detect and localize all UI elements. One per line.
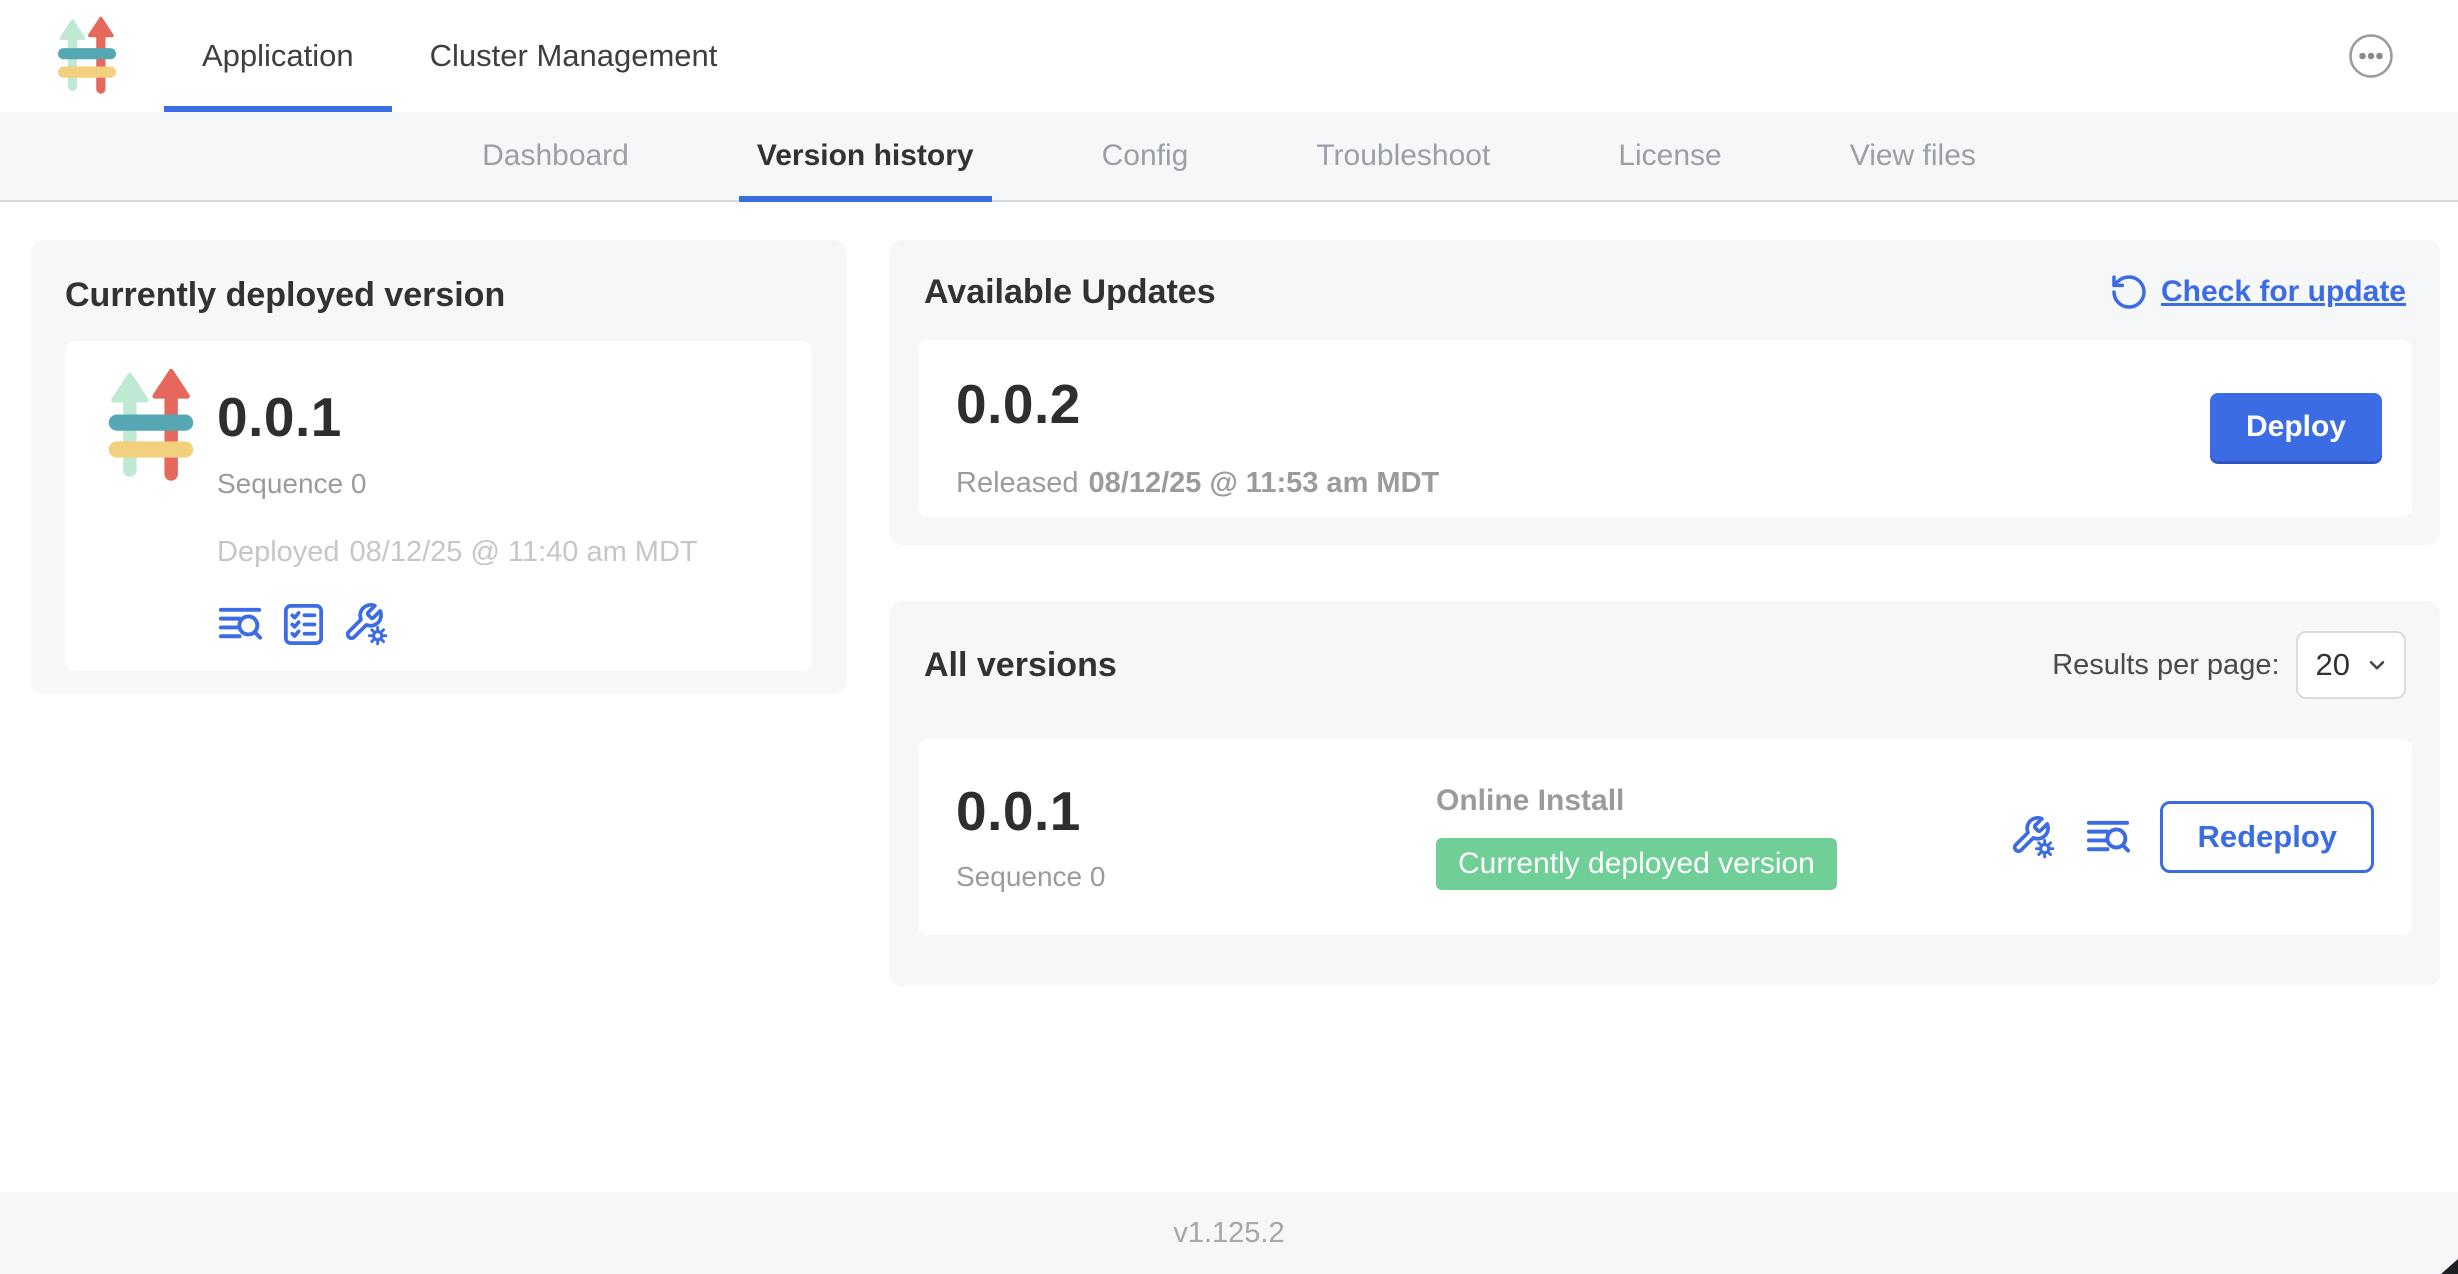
update-released-timestamp: Released 08/12/25 @ 11:53 am MDT bbox=[956, 467, 2374, 500]
tab-config[interactable]: Config bbox=[1084, 112, 1207, 200]
tab-view-files[interactable]: View files bbox=[1832, 112, 1994, 200]
update-version-number: 0.0.2 bbox=[956, 374, 2374, 435]
available-updates-title: Available Updates bbox=[924, 273, 1216, 312]
tab-application-label: Application bbox=[202, 38, 354, 74]
results-per-page-select[interactable]: 20 bbox=[2296, 631, 2406, 699]
deployed-version-card: 0.0.1 Sequence 0 Deployed 08/12/25 @ 11:4… bbox=[65, 341, 812, 671]
release-diff-icon[interactable] bbox=[217, 601, 264, 648]
all-versions-panel: All versions Results per page: 20 0.0 bbox=[890, 601, 2440, 986]
tab-license[interactable]: License bbox=[1600, 112, 1739, 200]
tab-dashboard-label: Dashboard bbox=[482, 139, 629, 173]
available-update-card: 0.0.2 Released 08/12/25 @ 11:53 am MDT De… bbox=[918, 340, 2412, 517]
row-sequence: Sequence 0 bbox=[956, 861, 1436, 893]
chevron-down-icon bbox=[2364, 652, 2390, 678]
tab-dashboard[interactable]: Dashboard bbox=[464, 112, 647, 200]
check-for-update-label: Check for update bbox=[2161, 275, 2406, 309]
config-icon[interactable] bbox=[343, 601, 390, 648]
tab-config-label: Config bbox=[1102, 139, 1189, 173]
tab-application[interactable]: Application bbox=[164, 0, 392, 112]
top-navigation-bar: Application Cluster Management bbox=[0, 0, 2458, 112]
deployed-sequence: Sequence 0 bbox=[217, 468, 708, 500]
results-per-page: Results per page: 20 bbox=[2052, 631, 2406, 699]
deploy-button[interactable]: Deploy bbox=[2210, 393, 2382, 461]
currently-deployed-panel: Currently deployed version 0.0.1 Sequenc… bbox=[31, 240, 846, 694]
released-label: Released bbox=[956, 467, 1079, 499]
overflow-menu-button[interactable] bbox=[2348, 33, 2394, 79]
tab-version-history[interactable]: Version history bbox=[739, 112, 992, 200]
deployed-version-number: 0.0.1 bbox=[217, 387, 708, 448]
available-updates-panel: Available Updates Check for update 0.0.2… bbox=[890, 240, 2440, 545]
redeploy-button[interactable]: Redeploy bbox=[2160, 801, 2374, 873]
refresh-icon bbox=[2109, 272, 2149, 312]
results-per-page-value: 20 bbox=[2316, 647, 2350, 683]
all-versions-title: All versions bbox=[924, 646, 1117, 685]
header-tabs: Application Cluster Management bbox=[164, 0, 755, 112]
row-actions: Redeploy bbox=[2010, 801, 2374, 873]
deployed-label: Deployed bbox=[217, 536, 340, 568]
app-subnav: Dashboard Version history Config Trouble… bbox=[0, 112, 2458, 202]
app-logo bbox=[103, 369, 199, 483]
deployed-datetime: 08/12/25 @ 11:40 am MDT bbox=[350, 536, 698, 568]
row-version-number: 0.0.1 bbox=[956, 781, 1436, 842]
preflight-checks-icon[interactable] bbox=[280, 601, 327, 648]
right-column: Available Updates Check for update 0.0.2… bbox=[890, 240, 2440, 986]
footer: v1.125.2 bbox=[0, 1192, 2458, 1274]
tab-cluster-management[interactable]: Cluster Management bbox=[392, 0, 756, 112]
config-icon[interactable] bbox=[2010, 814, 2057, 861]
release-diff-icon[interactable] bbox=[2085, 814, 2132, 861]
tab-version-history-label: Version history bbox=[757, 139, 974, 173]
released-datetime: 08/12/25 @ 11:53 am MDT bbox=[1089, 467, 1440, 499]
check-for-update-link[interactable]: Check for update bbox=[2109, 272, 2406, 312]
console-version: v1.125.2 bbox=[1173, 1217, 1284, 1250]
tab-license-label: License bbox=[1618, 139, 1721, 173]
tab-troubleshoot[interactable]: Troubleshoot bbox=[1298, 112, 1508, 200]
deployed-actions bbox=[217, 601, 708, 648]
tab-troubleshoot-label: Troubleshoot bbox=[1316, 139, 1490, 173]
tab-cluster-management-label: Cluster Management bbox=[430, 38, 718, 74]
tab-view-files-label: View files bbox=[1850, 139, 1976, 173]
deployed-timestamp: Deployed 08/12/25 @ 11:40 am MDT bbox=[217, 536, 708, 569]
results-per-page-label: Results per page: bbox=[2052, 649, 2279, 682]
version-row: 0.0.1 Sequence 0 Online Install Currentl… bbox=[918, 739, 2412, 935]
currently-deployed-title: Currently deployed version bbox=[65, 276, 812, 315]
app-logo bbox=[54, 16, 120, 96]
currently-deployed-badge: Currently deployed version bbox=[1436, 838, 1837, 890]
ellipsis-icon bbox=[2348, 33, 2394, 79]
main-content: Currently deployed version 0.0.1 Sequenc… bbox=[0, 202, 2458, 1192]
row-install-type: Online Install bbox=[1436, 784, 2010, 818]
